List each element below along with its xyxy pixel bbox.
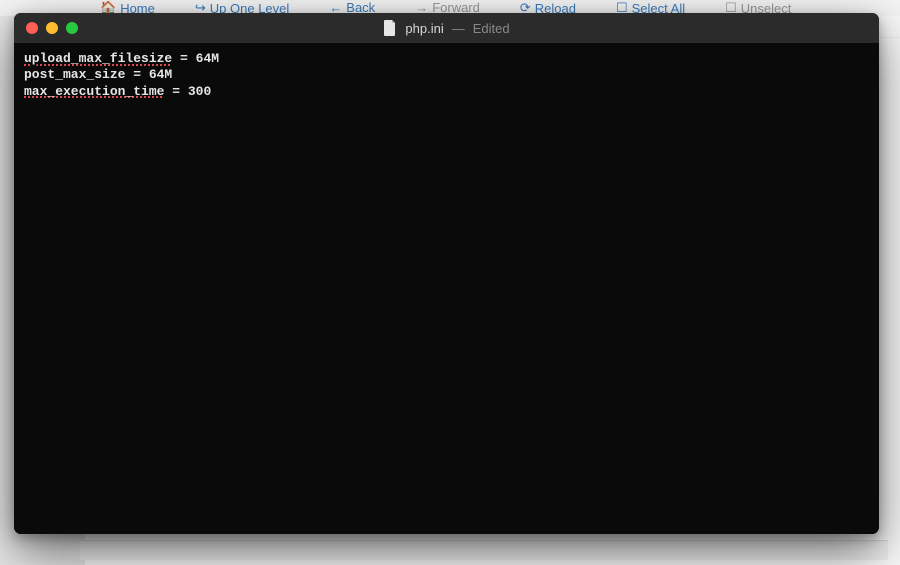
config-value: = 64M	[125, 67, 172, 82]
window-title: php.ini — Edited	[14, 20, 879, 36]
config-value: = 64M	[172, 51, 219, 66]
editor-line: post_max_size = 64M	[24, 67, 869, 83]
config-key: upload_max_filesize	[24, 51, 172, 66]
config-key: post_max_size	[24, 67, 125, 82]
maximize-button[interactable]	[66, 22, 78, 34]
background-bottom-bar	[80, 540, 888, 560]
document-icon	[383, 20, 397, 36]
window-edited-label: Edited	[473, 21, 510, 36]
text-editor-window: php.ini — Edited upload_max_filesize = 6…	[14, 13, 879, 534]
editor-text-area[interactable]: upload_max_filesize = 64Mpost_max_size =…	[14, 43, 879, 534]
config-key: max_execution_time	[24, 84, 164, 99]
config-value: = 300	[164, 84, 211, 99]
window-filename: php.ini	[405, 21, 443, 36]
editor-line: max_execution_time = 300	[24, 84, 869, 100]
close-button[interactable]	[26, 22, 38, 34]
window-title-separator: —	[452, 21, 465, 36]
editor-line: upload_max_filesize = 64M	[24, 51, 869, 67]
minimize-button[interactable]	[46, 22, 58, 34]
window-titlebar[interactable]: php.ini — Edited	[14, 13, 879, 43]
traffic-lights	[14, 22, 78, 34]
